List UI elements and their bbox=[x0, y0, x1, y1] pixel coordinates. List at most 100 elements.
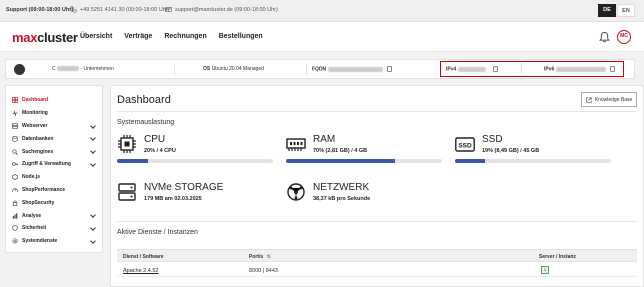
ram-fill bbox=[286, 159, 396, 163]
sidebar-item-label: Zugriff & Verwaltung bbox=[22, 161, 71, 168]
fqdn-info: FQDN bbox=[312, 66, 392, 72]
support-phone[interactable]: +49 5251 4141 30 (09:00-18:00 Uhr) bbox=[70, 6, 169, 13]
chevron-down-icon bbox=[90, 148, 96, 155]
redacted-fqdn bbox=[327, 66, 383, 72]
cpu-fill bbox=[117, 159, 149, 163]
metric-nvme-title: NVMe STORAGE bbox=[144, 182, 224, 193]
nodejs-icon bbox=[12, 174, 18, 181]
support-email-text[interactable]: support@maxcluster.de (09:00-18:00 Uhr) bbox=[175, 7, 278, 13]
copy-icon[interactable] bbox=[610, 66, 616, 72]
divider bbox=[306, 64, 307, 75]
metric-ram-title: RAM bbox=[313, 134, 336, 145]
sidebar-item-shopsecurity[interactable]: ShopSecurity bbox=[6, 196, 102, 209]
chevron-down-icon bbox=[90, 122, 96, 129]
chevron-down-icon bbox=[90, 161, 96, 167]
company-suffix: - Unternehmen bbox=[80, 66, 114, 72]
sidebar-item-shopperformance[interactable]: ShopPerformance bbox=[6, 184, 102, 197]
os-value: Ubuntu 20.04 Managed bbox=[211, 66, 264, 72]
nav-item-vertraege[interactable]: Verträge bbox=[124, 33, 152, 40]
nav-item-uebersicht[interactable]: Übersicht bbox=[80, 33, 112, 40]
logo-max: max bbox=[12, 30, 38, 45]
sidebar-item-systemdienste[interactable]: Systemdienste bbox=[6, 235, 102, 248]
lang-de-button[interactable]: DE bbox=[598, 4, 616, 17]
fqdn-label: FQDN bbox=[312, 66, 327, 73]
ssd-icon: SSD bbox=[455, 137, 475, 152]
metric-ssd: SSD SSD 19% (8,49 GB) / 45 GB bbox=[455, 134, 613, 166]
column-header-ports-label: Port/s bbox=[249, 254, 264, 260]
dashboard-panel: Dashboard Knowledge Base Systemauslastun… bbox=[110, 85, 644, 287]
sidebar-item-nodejs[interactable]: Node.js bbox=[6, 171, 102, 184]
user-avatar[interactable]: MC bbox=[617, 30, 631, 44]
sidebar-item-dashboard[interactable]: Dashboard bbox=[6, 94, 102, 107]
table-row: Apache 2.4.52 8000 | 8443 1 bbox=[117, 262, 637, 277]
sidebar-item-label: Systemdienste bbox=[22, 238, 58, 245]
ip-address-highlight: IPv4 IPv6 bbox=[440, 61, 624, 77]
chevron-down-icon bbox=[90, 212, 96, 219]
cluster-avatar bbox=[14, 64, 25, 75]
system-icon bbox=[12, 238, 18, 244]
chevron-down-icon bbox=[90, 225, 96, 231]
service-link[interactable]: Apache 2.4.52 bbox=[123, 268, 158, 274]
sidebar: Dashboard Monitoring Webserver Datenbank… bbox=[5, 85, 103, 253]
ipv4-info: IPv4 bbox=[446, 66, 499, 72]
chevron-down-icon bbox=[90, 237, 96, 244]
access-icon bbox=[12, 162, 18, 167]
chevron-down-icon bbox=[90, 135, 96, 142]
redacted-ipv6 bbox=[555, 66, 606, 72]
sort-icon[interactable]: ⇅ bbox=[267, 254, 271, 260]
copy-icon[interactable] bbox=[386, 66, 392, 72]
metric-ssd-value: 19% (8,49 GB) / 45 GB bbox=[482, 148, 540, 154]
company-prefix: C bbox=[52, 66, 56, 72]
metric-cpu: CPU 20% / 4 CPU bbox=[117, 134, 275, 166]
metric-nvme-value: 179 MB am 02.03.2025 bbox=[144, 196, 202, 202]
sidebar-item-monitoring[interactable]: Monitoring bbox=[6, 107, 102, 120]
knowledge-base-button[interactable]: Knowledge Base bbox=[581, 92, 637, 107]
metric-nvme: NVMe STORAGE 179 MB am 02.03.2025 bbox=[117, 182, 275, 206]
metric-ssd-title: SSD bbox=[482, 134, 503, 145]
sidebar-item-webserver[interactable]: Webserver bbox=[6, 120, 102, 133]
network-icon bbox=[287, 183, 305, 201]
ipv6-info: IPv6 bbox=[544, 66, 616, 73]
ipv6-label: IPv6 bbox=[544, 66, 555, 73]
os-label: OS bbox=[203, 66, 211, 72]
sidebar-item-label: Datenbanken bbox=[22, 135, 54, 142]
sidebar-item-suchengines[interactable]: Suchengines bbox=[6, 145, 102, 158]
sidebar-item-label: Node.js bbox=[22, 174, 41, 181]
copy-icon[interactable] bbox=[493, 66, 499, 72]
mail-icon bbox=[165, 7, 172, 12]
lang-en-button[interactable]: EN bbox=[617, 4, 635, 17]
company-info: C - Unternehmen bbox=[52, 66, 114, 72]
sidebar-item-datenbanken[interactable]: Datenbanken bbox=[6, 132, 102, 145]
logo-cluster: cluster bbox=[37, 30, 78, 45]
bell-icon[interactable] bbox=[599, 31, 610, 43]
analyse-icon bbox=[12, 212, 18, 219]
metric-network-title: NETZWERK bbox=[313, 182, 370, 193]
column-header-instance[interactable]: Server / Instanz bbox=[539, 254, 576, 260]
ssd-fill bbox=[455, 159, 485, 163]
database-icon bbox=[12, 135, 18, 142]
divider bbox=[174, 64, 175, 75]
storage-icon bbox=[118, 183, 136, 201]
sidebar-item-label: Sicherheit bbox=[22, 225, 47, 232]
metric-cpu-value: 20% / 4 CPU bbox=[144, 148, 176, 154]
nav-item-bestellungen[interactable]: Bestellungen bbox=[219, 33, 263, 40]
sidebar-item-analyse[interactable]: Analyse bbox=[6, 209, 102, 222]
sidebar-item-zugriff[interactable]: Zugriff & Verwaltung bbox=[6, 158, 102, 171]
sidebar-item-sicherheit[interactable]: Sicherheit bbox=[6, 222, 102, 235]
sidebar-item-label: Webserver bbox=[22, 122, 48, 129]
column-header-service[interactable]: Dienst / Software bbox=[123, 254, 164, 260]
progress-bar bbox=[117, 159, 273, 163]
nav-menu: Übersicht Verträge Rechnungen Bestellung… bbox=[80, 33, 263, 40]
cluster-info-bar: C - Unternehmen OS Ubuntu 20.04 Managed … bbox=[5, 59, 635, 79]
column-header-ports[interactable]: Port/s ⇅ bbox=[249, 254, 271, 260]
monitoring-icon bbox=[12, 110, 18, 117]
logo[interactable]: maxcluster bbox=[12, 30, 78, 45]
redacted-ipv4 bbox=[457, 66, 486, 72]
ram-icon bbox=[286, 138, 306, 151]
os-info: OS Ubuntu 20.04 Managed bbox=[203, 66, 264, 72]
performance-icon bbox=[12, 188, 18, 192]
nav-item-rechnungen[interactable]: Rechnungen bbox=[164, 33, 206, 40]
support-phone-text[interactable]: +49 5251 4141 30 (09:00-18:00 Uhr) bbox=[80, 7, 169, 13]
support-email[interactable]: support@maxcluster.de (09:00-18:00 Uhr) bbox=[165, 6, 278, 13]
instance-badge[interactable]: 1 bbox=[541, 266, 549, 274]
